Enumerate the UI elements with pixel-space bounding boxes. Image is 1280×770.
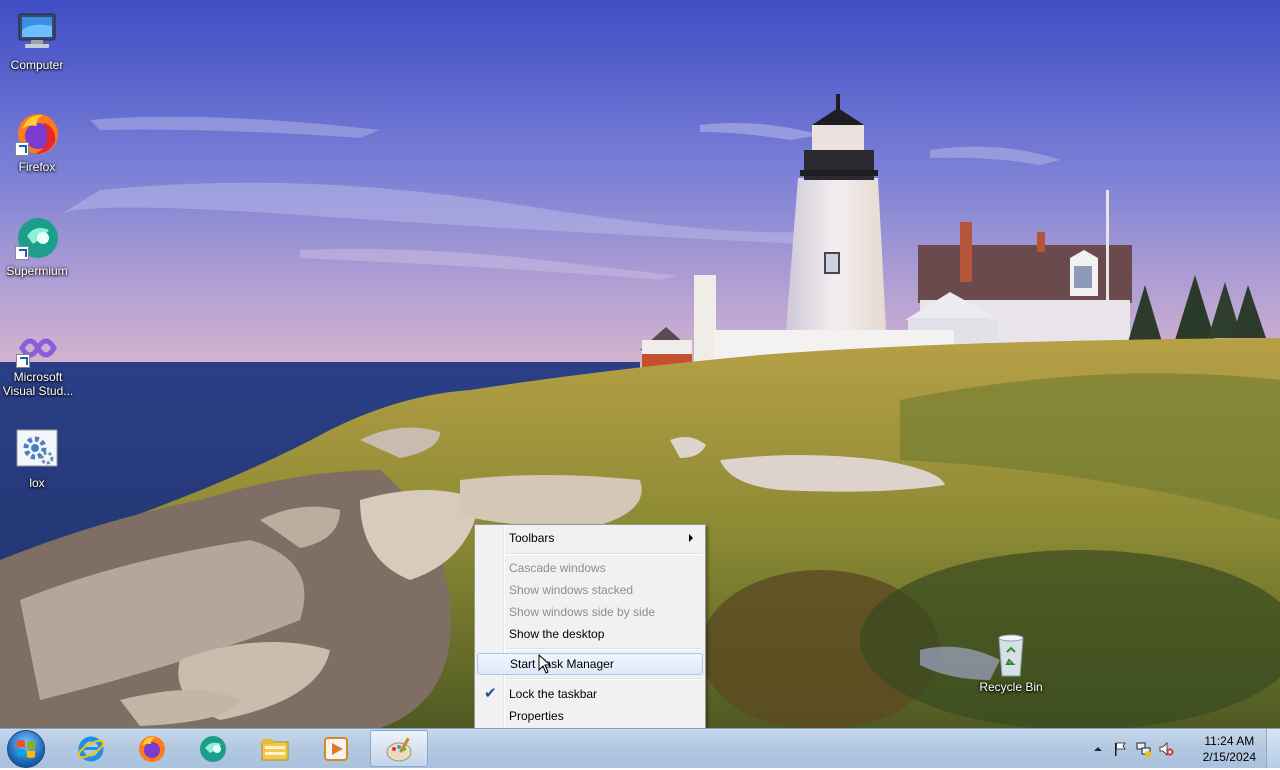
desktop-icon-recycle-bin[interactable]: Recycle Bin [972,630,1050,694]
supermium-icon [13,214,61,262]
taskbar: 11:24 AM 2/15/2024 [0,728,1280,768]
system-tray: 11:24 AM 2/15/2024 [1090,729,1280,769]
media-player-icon [324,737,348,761]
taskbar-context-menu: Toolbars Cascade windows Show windows st… [474,524,706,730]
menu-item-properties[interactable]: Properties [477,705,703,727]
internet-explorer-icon [77,736,105,762]
paint-icon [386,737,412,762]
visual-studio-icon [14,330,62,368]
shortcut-arrow-icon [15,142,29,156]
desktop-icon-supermium[interactable]: Supermium [0,214,76,278]
menu-separator [507,553,701,555]
taskbar-internet-explorer[interactable] [62,730,118,767]
settings-app-icon [13,426,61,474]
checkmark-icon: ✔ [484,685,497,702]
desktop-icon-visual-studio[interactable]: Microsoft Visual Stud... [0,330,78,398]
submenu-arrow-icon [689,534,693,542]
start-button[interactable] [7,730,45,768]
menu-separator [507,648,701,650]
show-desktop-button[interactable] [1266,729,1280,768]
clock-date: 2/15/2024 [1202,750,1256,764]
taskbar-media-player[interactable] [307,730,363,767]
supermium-icon [200,736,226,762]
desktop-icon-computer[interactable]: Computer [0,8,76,72]
menu-item-show-the-desktop[interactable]: Show the desktop [477,623,703,645]
menu-item-lock-the-taskbar[interactable]: ✔ Lock the taskbar [477,683,703,705]
show-hidden-icons-icon[interactable] [1090,741,1106,757]
menu-item-cascade-windows: Cascade windows [509,561,606,575]
windows-logo-icon [17,740,35,758]
recycle-bin-icon [987,630,1035,678]
taskbar-file-explorer[interactable] [246,730,302,767]
system-clock[interactable]: 11:24 AM 2/15/2024 [1203,733,1256,765]
computer-icon [13,8,61,56]
shortcut-arrow-icon [15,246,29,260]
mouse-cursor-icon [538,654,552,674]
file-explorer-icon [261,739,289,761]
taskbar-supermium[interactable] [184,730,240,767]
taskbar-firefox[interactable] [123,730,179,767]
menu-separator [507,678,701,680]
action-center-flag-icon[interactable] [1112,741,1128,757]
firefox-icon [13,110,61,158]
menu-item-show-windows-side-by-side: Show windows side by side [509,605,656,619]
desktop-icon-lox[interactable]: lox [0,426,76,490]
network-icon[interactable] [1136,741,1152,757]
volume-muted-icon[interactable] [1158,741,1174,757]
menu-item-show-windows-stacked: Show windows stacked [509,583,634,597]
desktop-icon-firefox[interactable]: Firefox [0,110,76,174]
clock-time: 11:24 AM [1204,734,1255,748]
taskbar-paint[interactable] [370,730,428,767]
menu-item-start-task-manager[interactable]: Start Task Manager [477,653,703,675]
shortcut-arrow-icon [16,354,30,368]
firefox-icon [139,736,165,762]
menu-item-toolbars[interactable]: Toolbars [477,527,703,549]
